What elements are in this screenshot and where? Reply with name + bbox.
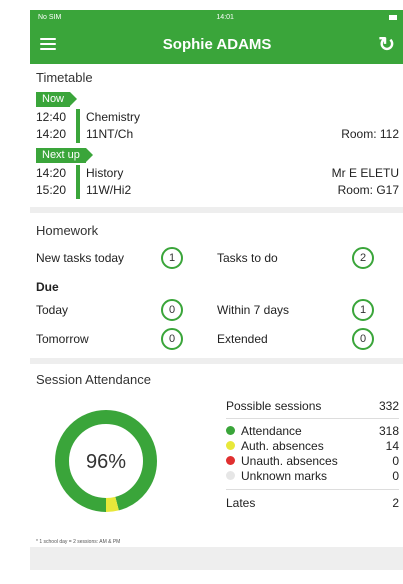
lesson-now[interactable]: 12:40 14:20 Chemistry 11NT/Ch Room: 112 (30, 107, 403, 145)
lesson-end: 14:20 (36, 127, 67, 141)
unknown-marks-dot-icon (226, 470, 235, 480)
lesson-end: 15:20 (36, 183, 67, 197)
homework-card[interactable]: Homework New tasks today 1 Tasks to do 2… (30, 213, 403, 358)
donut-svg: 96% (55, 410, 157, 512)
lesson-subject: History (86, 166, 124, 180)
due-today-label: Today (36, 303, 69, 317)
tasks-to-do-label: Tasks to do (217, 251, 278, 265)
next-up-tag: Next up (36, 148, 93, 163)
unauth-absences-value: 0 (392, 453, 399, 468)
lesson-teacher (341, 109, 399, 126)
lates-value: 2 (392, 495, 399, 510)
due-tomorrow-label: Tomorrow (36, 332, 89, 346)
lesson-group: 11W/Hi2 (86, 183, 132, 197)
lesson-bar (76, 165, 80, 199)
now-tag: Now (36, 92, 78, 107)
carrier-label: No SIM (38, 13, 62, 21)
auth-absences-label: Auth. absences (241, 438, 324, 453)
clock: 14:01 (216, 13, 234, 21)
lesson-room: Room: G17 (337, 183, 399, 197)
timetable-card[interactable]: Timetable Now 12:40 14:20 Chemistry 11NT… (30, 64, 403, 207)
attendance-label: Attendance (241, 423, 302, 438)
unauth-absences-label: Unauth. absences (241, 453, 338, 468)
attendance-card[interactable]: Session Attendance 96% Possible sessions… (30, 364, 403, 547)
within7-count: 1 (352, 299, 374, 321)
extended-label: Extended (217, 332, 268, 346)
status-bar: No SIM 14:01 (30, 10, 403, 24)
tasks-to-do-count: 2 (352, 247, 374, 269)
due-tomorrow-count: 0 (161, 328, 183, 350)
attendance-donut-chart: 96% (36, 393, 226, 533)
new-tasks-count: 1 (161, 247, 183, 269)
possible-sessions-value: 332 (378, 398, 399, 413)
auth-absences-value: 14 (385, 438, 399, 453)
attendance-title: Session Attendance (36, 372, 151, 387)
unknown-marks-value: 0 (392, 468, 399, 483)
lesson-next[interactable]: 14:20 15:20 History 11W/Hi2 Mr E ELETU R… (30, 163, 403, 207)
possible-sessions-label: Possible sessions (226, 398, 322, 413)
phone-screen: No SIM 14:01 Sophie ADAMS ↻ Timetable No… (30, 10, 403, 570)
lesson-teacher: Mr E ELETU (331, 166, 399, 180)
menu-icon[interactable] (40, 38, 56, 50)
due-heading: Due (36, 280, 59, 294)
attendance-percent: 96% (86, 451, 126, 473)
attendance-value: 318 (378, 423, 399, 438)
app-header: Sophie ADAMS ↻ (30, 24, 403, 64)
lates-label: Lates (226, 495, 256, 510)
attendance-dot-icon (226, 425, 235, 435)
lesson-bar (76, 109, 80, 143)
refresh-icon[interactable]: ↻ (378, 32, 395, 57)
within7-label: Within 7 days (217, 303, 290, 317)
new-tasks-label: New tasks today (36, 251, 125, 265)
lesson-start: 14:20 (36, 166, 67, 180)
homework-title: Homework (36, 223, 99, 238)
battery-icon (389, 14, 397, 20)
lesson-start: 12:40 (36, 110, 67, 124)
lesson-subject: Chemistry (86, 110, 141, 124)
attendance-footnote: * 1 school day = 2 sessions: AM & PM (36, 539, 121, 545)
unauth-absences-dot-icon (226, 455, 235, 465)
page-title: Sophie ADAMS (162, 35, 272, 53)
unknown-marks-label: Unknown marks (241, 468, 328, 483)
lesson-room: Room: 112 (341, 127, 399, 141)
auth-absences-dot-icon (226, 440, 235, 450)
extended-count: 0 (352, 328, 374, 350)
lesson-group: 11NT/Ch (86, 127, 134, 141)
timetable-title: Timetable (36, 70, 93, 85)
due-today-count: 0 (161, 299, 183, 321)
